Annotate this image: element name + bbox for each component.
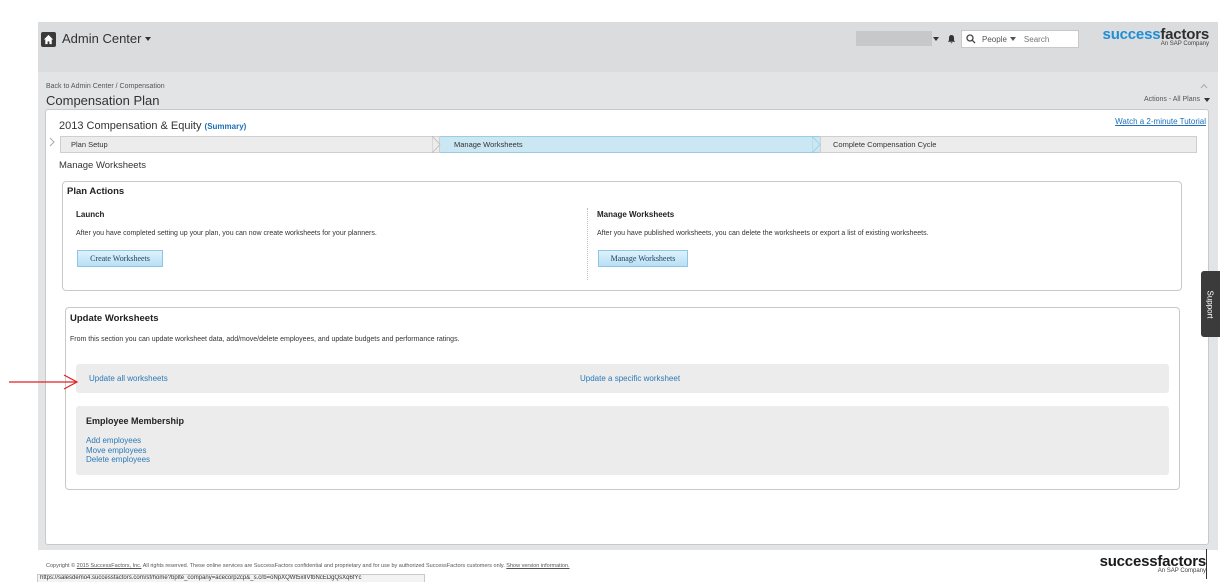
annotation-arrow-icon: [9, 374, 79, 390]
step-complete-compensation-cycle[interactable]: Complete Compensation Cycle: [820, 136, 1197, 153]
update-worksheets-title: Update Worksheets: [70, 313, 159, 324]
status-bar-url: https://salesdemo4.successfactors.com/sf…: [37, 574, 425, 582]
search-scope-label: People: [982, 34, 1007, 44]
section-label: Manage Worksheets: [59, 160, 146, 171]
add-employees-link[interactable]: Add employees: [86, 436, 150, 446]
plan-panel: 2013 Compensation & Equity (Summary) Wat…: [45, 109, 1209, 545]
people-search: People: [961, 30, 1079, 48]
search-input[interactable]: [1023, 34, 1078, 44]
manage-worksheets-text: After you have published worksheets, you…: [597, 230, 929, 237]
chevron-down-icon: [1009, 37, 1016, 41]
actions-all-plans-menu[interactable]: Actions - All Plans: [1144, 96, 1210, 103]
home-icon: [43, 34, 54, 45]
step-label: Manage Worksheets: [454, 140, 523, 149]
admin-center-title: Admin Center: [62, 31, 142, 46]
step-label: Plan Setup: [71, 140, 108, 149]
column-divider: [587, 208, 588, 280]
launch-text: After you have completed setting up your…: [76, 230, 377, 237]
employee-membership-title: Employee Membership: [86, 416, 185, 426]
home-button[interactable]: [41, 32, 56, 47]
create-worksheets-button[interactable]: Create Worksheets: [77, 250, 163, 267]
top-header: Admin Center People successfactors An SA…: [38, 22, 1218, 72]
step-plan-setup[interactable]: Plan Setup: [60, 136, 440, 153]
chevron-up-icon[interactable]: [1200, 82, 1208, 90]
plan-title: 2013 Compensation & Equity: [59, 120, 202, 132]
copyright-link[interactable]: 2015 SuccessFactors, Inc.: [77, 563, 142, 569]
manage-worksheets-title: Manage Worksheets: [597, 210, 675, 219]
actions-label: Actions - All Plans: [1143, 96, 1200, 103]
copyright-prefix: Copyright ©: [46, 563, 76, 569]
user-name-redacted[interactable]: [856, 31, 932, 46]
footer-logo: successfactors An SAP Company: [1086, 553, 1207, 574]
chevron-down-icon: [145, 36, 152, 41]
search-scope-dropdown[interactable]: People: [982, 35, 1016, 44]
update-specific-worksheet-link[interactable]: Update a specific worksheet: [580, 374, 680, 383]
support-tab[interactable]: Support: [1201, 271, 1220, 337]
show-version-link[interactable]: Show version information.: [506, 563, 569, 569]
step-separator-icon: [432, 136, 441, 153]
plan-steps: Plan Setup Manage Worksheets Complete Co…: [60, 136, 1197, 153]
support-label: Support: [1206, 289, 1215, 319]
launch-title: Launch: [76, 210, 105, 219]
employee-membership-links: Add employees Move employees Delete empl…: [86, 436, 150, 465]
chevron-down-icon: [1204, 97, 1210, 102]
tutorial-link[interactable]: Watch a 2-minute Tutorial: [1115, 117, 1206, 126]
manage-worksheets-button[interactable]: Manage Worksheets: [598, 250, 688, 267]
step-label: Complete Compensation Cycle: [833, 140, 937, 149]
delete-employees-link[interactable]: Delete employees: [86, 455, 150, 465]
successfactors-logo[interactable]: successfactors An SAP Company: [1095, 26, 1210, 47]
employee-membership-box: Employee Membership Add employees Move e…: [76, 406, 1169, 475]
breadcrumb[interactable]: Back to Admin Center / Compensation: [46, 83, 165, 90]
search-icon[interactable]: [966, 34, 976, 44]
bell-icon[interactable]: [947, 34, 956, 44]
logo-text-success: success: [1102, 26, 1161, 43]
plan-name: 2013 Compensation & Equity (Summary): [59, 120, 246, 132]
admin-center-menu[interactable]: Admin Center: [62, 31, 152, 46]
copyright-text: All rights reserved. These online servic…: [142, 563, 505, 569]
summary-link[interactable]: (Summary): [205, 122, 247, 131]
chevron-right-icon[interactable]: [49, 137, 55, 147]
user-menu-chevron-icon[interactable]: [933, 37, 939, 41]
footer-copyright: Copyright © 2015 SuccessFactors, Inc. Al…: [46, 563, 570, 569]
plan-actions-title: Plan Actions: [67, 186, 125, 197]
page-title: Compensation Plan: [46, 93, 160, 108]
update-links-row: Update all worksheets Update a specific …: [76, 364, 1169, 393]
move-employees-link[interactable]: Move employees: [86, 446, 150, 456]
page-area: Back to Admin Center / Compensation Comp…: [38, 72, 1218, 550]
window-edge: [1206, 549, 1207, 579]
step-manage-worksheets[interactable]: Manage Worksheets: [440, 136, 820, 153]
update-all-worksheets-link[interactable]: Update all worksheets: [89, 374, 168, 383]
update-worksheets-box: Update Worksheets From this section you …: [65, 307, 1180, 490]
plan-actions-box: Plan Actions Launch After you have compl…: [62, 181, 1182, 291]
update-worksheets-description: From this section you can update workshe…: [70, 336, 460, 343]
step-separator-icon: [812, 136, 821, 153]
